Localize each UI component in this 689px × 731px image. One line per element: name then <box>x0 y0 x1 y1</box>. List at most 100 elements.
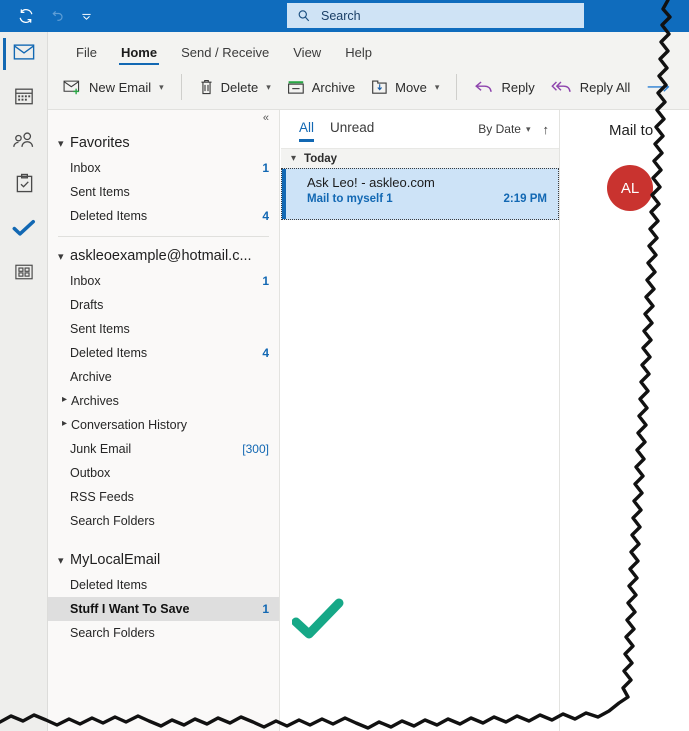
folder-item-label: Search Folders <box>70 514 155 528</box>
folder-pane-spacer <box>48 533 279 547</box>
folder-item-drafts[interactable]: Drafts <box>48 293 279 317</box>
search-box[interactable]: Search <box>287 3 584 28</box>
folder-item-inbox[interactable]: Inbox 1 <box>48 269 279 293</box>
search-icon <box>297 9 311 23</box>
delete-label: Delete <box>220 79 259 95</box>
tab-send-receive[interactable]: Send / Receive <box>171 46 279 66</box>
ribbon-separator <box>180 74 182 100</box>
chevron-down-icon[interactable]: ▾ <box>159 82 164 93</box>
ribbon-separator <box>456 74 458 100</box>
folder-group-hotmail-account[interactable]: ▾ askleoexample@hotmail.c... <box>48 243 279 269</box>
reply-all-button[interactable]: Reply All <box>544 71 638 103</box>
rail-item-tasks[interactable] <box>0 164 48 208</box>
chevron-down-icon[interactable]: ▾ <box>266 82 271 93</box>
sync-icon[interactable] <box>12 3 40 29</box>
folder-item-label: Junk Email <box>70 442 132 456</box>
folder-item-count: [300] <box>242 442 269 456</box>
folder-item-count: 1 <box>262 274 269 288</box>
folder-group-label: askleoexample@hotmail.c... <box>70 248 252 264</box>
folder-item-stuff-i-want-to-save[interactable]: Stuff I Want To Save 1 <box>48 597 279 621</box>
folder-item-count: 4 <box>262 209 269 223</box>
folder-item-label: Deleted Items <box>70 578 148 592</box>
new-email-button[interactable]: New Email ▾ <box>56 71 171 103</box>
folder-item-sent-items[interactable]: Sent Items <box>48 317 279 341</box>
filter-unread[interactable]: Unread <box>330 120 374 139</box>
avatar[interactable]: AL <box>607 165 653 211</box>
undo-icon[interactable] <box>42 3 70 29</box>
move-button[interactable]: Move ▾ <box>364 71 446 103</box>
folder-item-label: Stuff I Want To Save <box>70 602 190 616</box>
delete-button[interactable]: Delete ▾ <box>192 71 278 103</box>
chevron-down-icon[interactable]: ▾ <box>435 82 440 93</box>
chevron-down-icon: ▾ <box>58 250 64 263</box>
move-label: Move <box>395 79 427 95</box>
message-list-item[interactable]: Ask Leo! - askleo.com Mail to myself 1 2… <box>281 168 559 220</box>
rail-item-apps[interactable] <box>0 252 48 296</box>
folder-item-rss-feeds[interactable]: RSS Feeds <box>48 485 279 509</box>
folder-pane-collapse-row: « <box>48 110 279 130</box>
folder-item-local-search-folders[interactable]: Search Folders <box>48 621 279 645</box>
ribbon-tabs: File Home Send / Receive View Help <box>48 32 689 66</box>
folder-group-label: MyLocalEmail <box>70 552 161 568</box>
folder-item-search-folders[interactable]: Search Folders <box>48 509 279 533</box>
folder-item-junk-email[interactable]: Junk Email [300] <box>48 437 279 461</box>
tab-view[interactable]: View <box>283 46 331 66</box>
tab-help[interactable]: Help <box>335 46 382 66</box>
folder-group-favorites[interactable]: ▾ Favorites <box>48 130 279 156</box>
folder-item-inbox-fav[interactable]: Inbox 1 <box>48 156 279 180</box>
folder-item-count: 4 <box>262 346 269 360</box>
sort-by-dropdown[interactable]: By Date ▾ <box>478 122 530 136</box>
archive-label: Archive <box>311 79 356 95</box>
folder-item-deleted-items[interactable]: Deleted Items 4 <box>48 341 279 365</box>
forward-button[interactable] <box>639 71 679 103</box>
folder-item-sent-items-fav[interactable]: Sent Items <box>48 180 279 204</box>
chevron-right-icon[interactable]: ▸ <box>62 418 67 429</box>
folder-item-archives[interactable]: ▸ Archives <box>48 389 279 413</box>
avatar-initials: AL <box>620 179 640 197</box>
folder-item-local-deleted-items[interactable]: Deleted Items <box>48 573 279 597</box>
folder-item-archive[interactable]: Archive <box>48 365 279 389</box>
message-list-header: All Unread By Date ▾ ↑ <box>281 110 559 148</box>
folder-item-label: Drafts <box>70 298 104 312</box>
folder-item-conversation-history[interactable]: ▸ Conversation History <box>48 413 279 437</box>
rail-item-people[interactable] <box>0 120 48 164</box>
archive-button[interactable]: Archive <box>280 71 362 103</box>
folder-group-mylocalemail[interactable]: ▾ MyLocalEmail <box>48 547 279 573</box>
ribbon: File Home Send / Receive View Help New E… <box>48 32 689 110</box>
move-folder-icon <box>371 79 388 96</box>
message-group-header-today[interactable]: ▾ Today <box>281 148 559 168</box>
filter-all[interactable]: All <box>299 120 315 142</box>
folder-item-label: Inbox <box>70 274 101 288</box>
chevron-down-icon[interactable] <box>72 3 100 29</box>
folder-item-label: Outbox <box>70 466 111 480</box>
folder-item-label: RSS Feeds <box>70 490 134 504</box>
folder-item-label: Conversation History <box>71 418 188 432</box>
chevron-down-icon: ▾ <box>525 123 531 134</box>
reply-button[interactable]: Reply <box>467 71 541 103</box>
collapse-left-chevron-icon[interactable]: « <box>263 112 269 124</box>
tab-home[interactable]: Home <box>111 46 167 66</box>
sort-controls: By Date ▾ ↑ <box>478 122 549 137</box>
reading-pane-subject: Mail to <box>609 122 654 139</box>
folder-item-label: Sent Items <box>70 185 130 199</box>
sort-ascending-arrow-icon[interactable]: ↑ <box>543 122 550 137</box>
rail-item-mail[interactable] <box>0 32 48 76</box>
folder-item-label: Sent Items <box>70 322 130 336</box>
rail-item-calendar[interactable] <box>0 76 48 120</box>
folder-item-label: Inbox <box>70 161 101 175</box>
reply-all-arrow-icon <box>551 79 573 95</box>
message-subject: Mail to myself 1 <box>307 193 393 205</box>
folder-item-label: Archives <box>71 394 119 408</box>
tab-file[interactable]: File <box>66 46 107 66</box>
chevron-right-icon[interactable]: ▸ <box>62 394 67 405</box>
rail-item-todo[interactable] <box>0 208 48 252</box>
mail-icon <box>13 43 35 66</box>
folder-item-label: Search Folders <box>70 626 155 640</box>
archive-box-icon <box>287 80 305 95</box>
folder-item-count: 1 <box>262 161 269 175</box>
sort-by-label: By Date <box>478 122 521 136</box>
folder-item-outbox[interactable]: Outbox <box>48 461 279 485</box>
folder-item-label: Deleted Items <box>70 209 148 223</box>
folder-pane: « ▾ Favorites Inbox 1 Sent Items Deleted… <box>48 110 280 731</box>
folder-item-deleted-items-fav[interactable]: Deleted Items 4 <box>48 204 279 228</box>
